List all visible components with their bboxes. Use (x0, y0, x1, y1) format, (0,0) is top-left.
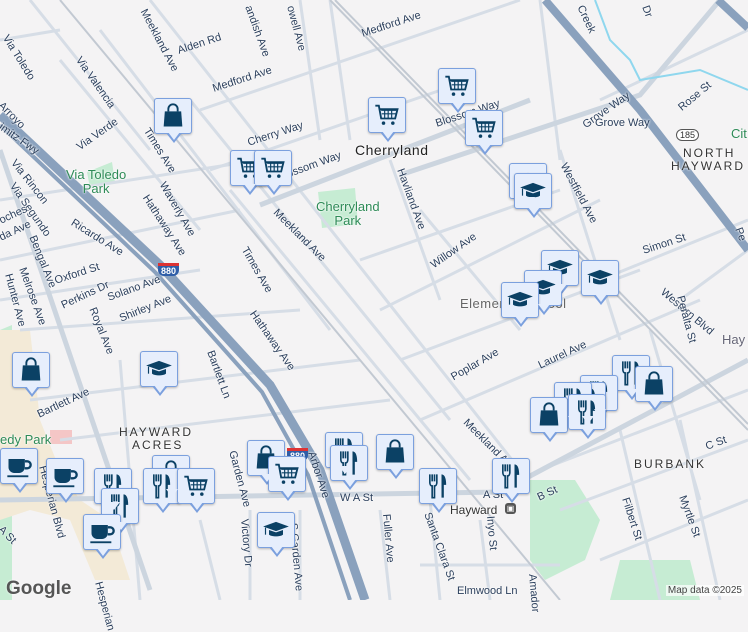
map-data-attribution[interactable]: Map data ©2025 (665, 585, 744, 596)
street-label: W A St (340, 492, 374, 504)
poi-marker-school[interactable] (501, 282, 539, 327)
park-label-line: Park (82, 181, 110, 196)
poi-marker-shopping-bag[interactable] (154, 98, 192, 143)
poi-marker-cart[interactable] (465, 110, 503, 155)
cart-icon (273, 460, 301, 488)
poi-marker-cart[interactable] (177, 468, 215, 513)
restaurant-icon (424, 472, 452, 500)
street-label: Grove Way (595, 117, 650, 129)
place-hayward-acres-2: ACRES (132, 438, 184, 452)
poi-marker-restaurant[interactable] (492, 458, 530, 503)
cart-icon (470, 114, 498, 142)
place-burbank: BURBANK (634, 457, 707, 471)
park-kennedy: edy Park (0, 432, 52, 447)
place-north-hayward-2: HAYWARD (671, 159, 745, 173)
poi-marker-school[interactable] (257, 512, 295, 557)
i880-shield: 880 (158, 263, 180, 276)
school-icon (586, 264, 614, 292)
shopping-bag-icon (535, 401, 563, 429)
coffee-icon (51, 462, 79, 490)
poi-marker-school[interactable] (140, 351, 178, 396)
shopping-bag-icon (640, 370, 668, 398)
poi-marker-cart[interactable] (268, 456, 306, 501)
ca185-shield: 185 (676, 129, 700, 141)
school-icon (145, 355, 173, 383)
park-via-toledo: Via Toledo Park (66, 168, 126, 196)
cart-icon (443, 72, 471, 100)
place-hayward-acres-1: HAYWARD (119, 425, 193, 439)
shopping-bag-icon (381, 438, 409, 466)
poi-marker-shopping-bag[interactable] (376, 434, 414, 479)
place-city-edge: Cit (731, 126, 747, 141)
park-cherryland: Cherryland Park (316, 200, 380, 228)
cart-icon (182, 472, 210, 500)
coffee-icon (88, 518, 116, 546)
poi-marker-restaurant[interactable] (143, 468, 181, 513)
poi-marker-cart[interactable] (254, 150, 292, 195)
place-cherryland: Cherryland (355, 142, 429, 158)
street-label: Elmwood Ln (457, 585, 518, 597)
poi-marker-coffee[interactable] (0, 448, 38, 493)
poi-marker-restaurant[interactable] (419, 468, 457, 513)
school-icon (506, 286, 534, 314)
shopping-bag-icon (17, 356, 45, 384)
place-north-hayward-1: NORTH (683, 146, 736, 160)
poi-marker-shopping-bag[interactable] (12, 352, 50, 397)
poi-marker-coffee[interactable] (46, 458, 84, 503)
poi-marker-shopping-bag[interactable] (530, 397, 568, 442)
school-icon (262, 516, 290, 544)
place-hayward-station: Hayward (450, 503, 498, 517)
poi-marker-shopping-bag[interactable] (635, 366, 673, 411)
poi-marker-coffee[interactable] (83, 514, 121, 559)
google-logo: Google (6, 578, 72, 599)
creek (594, 0, 748, 91)
place-hayward-edge: Hay (722, 332, 746, 347)
cart-icon (373, 101, 401, 129)
poi-marker-cart[interactable] (368, 97, 406, 142)
poi-marker-school[interactable] (581, 260, 619, 305)
park-label-line: Via Toledo (66, 167, 127, 182)
coffee-icon (5, 452, 33, 480)
poi-marker-restaurant[interactable] (330, 445, 368, 490)
train-station-icon: ▣ (505, 503, 516, 514)
cart-icon (259, 154, 287, 182)
park-label-line: Park (334, 213, 362, 228)
shopping-bag-icon (159, 102, 187, 130)
restaurant-icon (497, 462, 525, 490)
poi-marker-cart[interactable] (438, 68, 476, 113)
park-label-line: Cherryland (316, 199, 380, 214)
